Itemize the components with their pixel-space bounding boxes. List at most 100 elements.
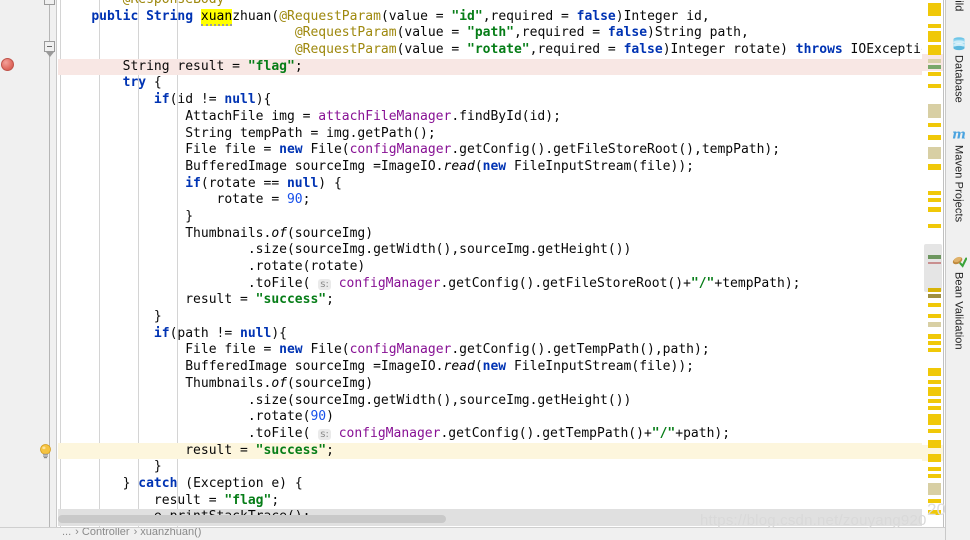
stripe-marker[interactable]	[928, 3, 941, 16]
code-line[interactable]: AttachFile img = attachFileManager.findB…	[58, 109, 922, 126]
stripe-marker[interactable]	[928, 198, 941, 202]
code-line[interactable]: @RequestParam(value = "path",required = …	[58, 25, 922, 42]
code-line[interactable]: .size(sourceImg.getWidth(),sourceImg.get…	[58, 242, 922, 259]
code-line[interactable]: Thumbnails.of(sourceImg)	[58, 376, 922, 393]
code-line[interactable]: public String xuanzhuan(@RequestParam(va…	[58, 8, 922, 26]
code-token-anno: @RequestParam	[279, 8, 381, 24]
stripe-marker[interactable]	[928, 72, 941, 76]
stripe-marker[interactable]	[928, 474, 941, 478]
code-line[interactable]: @ResponseBody	[58, 0, 922, 9]
code-line[interactable]: }	[58, 309, 922, 326]
code-line[interactable]: .toFile( s: configManager.getConfig().ge…	[58, 426, 922, 443]
stripe-marker[interactable]	[928, 348, 941, 352]
code-line[interactable]: } catch (Exception e) {	[58, 476, 922, 493]
stripe-marker[interactable]	[928, 414, 941, 425]
code-token-plain: .getConfig().getFileStoreRoot()+	[440, 275, 691, 291]
stripe-marker[interactable]	[928, 334, 941, 339]
code-token-plain: .toFile(	[60, 275, 319, 291]
code-line[interactable]: rotate = 90;	[58, 192, 922, 209]
stripe-marker[interactable]	[928, 65, 941, 69]
code-line[interactable]: Thumbnails.of(sourceImg)	[58, 226, 922, 243]
stripe-marker[interactable]	[928, 59, 941, 63]
code-line[interactable]: BufferedImage sourceImg =ImageIO.read(ne…	[58, 159, 922, 176]
breadcrumb[interactable]: ... › Controller › xuanzhuan()	[62, 528, 205, 538]
breadcrumb-item[interactable]: › xuanzhuan()	[134, 528, 202, 538]
stripe-marker[interactable]	[928, 84, 941, 88]
tool-window-tab-build[interactable]: uild	[946, 0, 970, 12]
tool-window-label: Maven Projects	[952, 145, 965, 223]
stripe-marker[interactable]	[928, 164, 941, 170]
code-line[interactable]: result = "success";	[58, 442, 922, 460]
tool-window-tab-database[interactable]: Database	[946, 36, 970, 103]
code-line[interactable]: }	[58, 459, 922, 476]
stripe-marker[interactable]	[928, 123, 941, 127]
intention-bulb-icon[interactable]	[38, 443, 53, 459]
breadcrumb-item[interactable]: › Controller	[75, 528, 129, 538]
stripe-marker[interactable]	[928, 147, 941, 159]
code-line[interactable]: }	[58, 209, 922, 226]
stripe-marker[interactable]	[928, 207, 941, 212]
breadcrumb-item[interactable]: ...	[62, 528, 71, 538]
tool-window-tab-bean-validation[interactable]: Bean Validation	[946, 253, 970, 350]
stripe-marker[interactable]	[928, 224, 941, 228]
watermark-url: https://blog.csdn.net/zouyang920	[700, 512, 927, 529]
stripe-marker[interactable]	[928, 45, 941, 55]
code-line[interactable]: result = "flag";	[58, 493, 922, 510]
right-tool-window-bar[interactable]: uild Database m Maven Projects Bean Validati…	[945, 0, 970, 540]
code-token-plain: File file =	[60, 142, 280, 158]
stripe-marker[interactable]	[928, 387, 941, 396]
code-token-hint: s:	[318, 278, 331, 290]
stripe-marker[interactable]	[928, 368, 941, 376]
code-line[interactable]: BufferedImage sourceImg =ImageIO.read(ne…	[58, 359, 922, 376]
code-token-plain: zhuan	[232, 8, 272, 24]
code-line[interactable]: if(rotate == null) {	[58, 176, 922, 193]
code-line[interactable]: .size(sourceImg.getWidth(),sourceImg.get…	[58, 393, 922, 410]
code-line[interactable]: @RequestParam(value = "rotate",required …	[58, 42, 922, 59]
code-token-str: "success"	[255, 442, 327, 458]
code-token-str: "/"	[690, 275, 715, 291]
tool-window-label: Bean Validation	[952, 272, 965, 350]
stripe-marker[interactable]	[928, 191, 941, 195]
code-line[interactable]: .rotate(90)	[58, 409, 922, 426]
code-line[interactable]: .toFile( s: configManager.getConfig().ge…	[58, 276, 922, 293]
vertical-scrollbar-thumb[interactable]	[924, 244, 942, 292]
tool-window-tab-maven-projects[interactable]: m Maven Projects	[946, 126, 970, 223]
code-line[interactable]: if(path != null){	[58, 326, 922, 343]
stripe-marker[interactable]	[928, 399, 941, 403]
code-token-plain: String tempPath = img.getPath();	[60, 125, 436, 141]
code-line[interactable]: File file = new File(configManager.getCo…	[58, 342, 922, 359]
stripe-marker[interactable]	[928, 135, 941, 140]
code-token-plain: (rotate ==	[200, 175, 287, 191]
code-line[interactable]: .rotate(rotate)	[58, 259, 922, 276]
stripe-marker[interactable]	[928, 31, 941, 42]
code-line[interactable]: String tempPath = img.getPath();	[58, 126, 922, 143]
stripe-marker[interactable]	[928, 314, 941, 318]
stripe-marker[interactable]	[928, 406, 941, 410]
code-line[interactable]: String result = "flag";	[58, 58, 922, 76]
stripe-marker[interactable]	[928, 429, 941, 433]
code-line[interactable]: result = "success";	[58, 292, 922, 309]
editor-gutter[interactable]	[0, 0, 57, 527]
code-line[interactable]: File file = new File(configManager.getCo…	[58, 142, 922, 159]
breakpoint-icon[interactable]	[1, 58, 14, 71]
stripe-marker[interactable]	[928, 104, 941, 118]
stripe-marker[interactable]	[928, 380, 941, 384]
code-token-kw: new	[279, 142, 303, 158]
stripe-marker[interactable]	[928, 341, 941, 345]
stripe-marker[interactable]	[928, 24, 941, 28]
stripe-marker[interactable]	[928, 294, 941, 298]
stripe-marker[interactable]	[928, 483, 941, 495]
code-line[interactable]: try {	[58, 75, 922, 92]
code-line[interactable]: if(id != null){	[58, 92, 922, 109]
stripe-marker[interactable]	[928, 467, 941, 471]
stripe-marker[interactable]	[928, 322, 941, 327]
error-stripe-panel[interactable]	[922, 0, 944, 527]
stripe-marker[interactable]	[928, 440, 941, 448]
code-text-area[interactable]: @ResponseBody public String xuanzhuan(@R…	[58, 0, 922, 527]
stripe-marker[interactable]	[928, 454, 941, 462]
horizontal-scrollbar-thumb[interactable]	[58, 515, 446, 523]
stripe-marker[interactable]	[928, 303, 941, 307]
fold-collapse-marker[interactable]	[44, 41, 55, 52]
fold-marker-top[interactable]	[44, 0, 55, 5]
